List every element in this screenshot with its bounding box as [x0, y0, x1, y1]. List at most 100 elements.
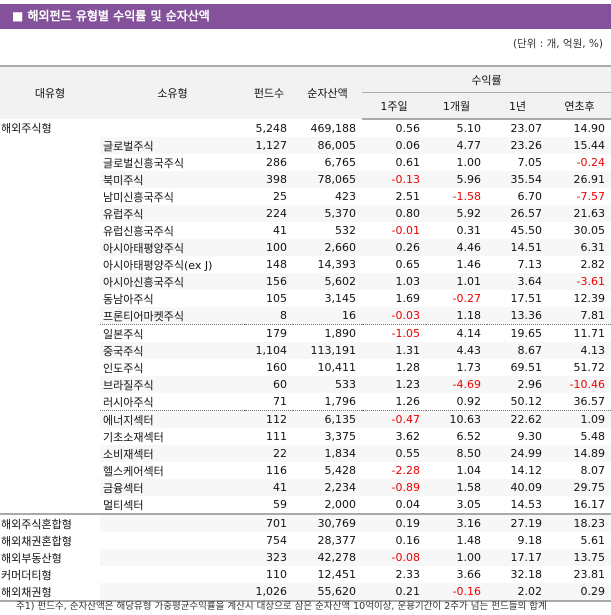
major-type — [0, 222, 100, 239]
fund-count: 116 — [266, 464, 287, 477]
header-ytd: 연초후 — [548, 92, 611, 120]
return-1w: 1.23 — [362, 376, 426, 393]
return-1m: 1.46 — [456, 258, 482, 271]
return-1m: 1.04 — [456, 464, 482, 477]
table-row: 유럽신흥국주식 41 532 -0.01 0.31 45.50 30.05 — [0, 222, 611, 239]
major-type — [0, 479, 100, 496]
return-ytd: 7.81 — [548, 307, 611, 325]
net-assets: 3,375 — [324, 430, 357, 443]
net-assets: 78,065 — [293, 171, 362, 188]
major-type: 해외부동산형 — [1, 551, 62, 565]
fund-count: 100 — [245, 239, 293, 256]
minor-type: 소비재섹터 — [100, 445, 245, 462]
major-type — [0, 359, 100, 376]
net-assets: 3,145 — [324, 292, 357, 305]
table-row: 글로벌신흥국주식 286 6,765 0.61 1.00 7.05 -0.24 — [0, 154, 611, 171]
minor-type: 글로벌주식 — [100, 137, 245, 154]
return-ytd: 16.17 — [548, 496, 611, 515]
net-assets: 16 — [293, 307, 362, 325]
return-1y: 14.53 — [487, 496, 548, 515]
major-type — [0, 445, 100, 462]
return-ytd: 6.31 — [548, 239, 611, 256]
return-1y: 17.51 — [510, 292, 543, 305]
table-row: 해외주식형 5,248 469,188 0.56 5.10 23.07 14.90 — [0, 119, 611, 137]
return-ytd: 18.23 — [548, 514, 611, 532]
return-ytd: 29.75 — [548, 479, 611, 496]
header-1y: 1년 — [487, 92, 548, 120]
return-1w: 1.69 — [395, 292, 421, 305]
minor-type: 남미신흥국주식 — [103, 190, 174, 204]
return-1w: 1.03 — [362, 273, 426, 290]
return-1y: 23.07 — [510, 122, 543, 135]
return-1m: 5.10 — [456, 122, 482, 135]
fund-count: 110 — [266, 568, 287, 581]
net-assets: 28,377 — [317, 534, 357, 547]
return-1m: 3.16 — [426, 514, 487, 532]
return-ytd: 5.48 — [580, 430, 606, 443]
minor-type: 프론티어마켓주식 — [100, 307, 245, 325]
return-1y: 45.50 — [510, 224, 543, 237]
return-1m: 3.05 — [426, 496, 487, 515]
minor-type — [100, 549, 245, 566]
return-1y: 27.19 — [487, 514, 548, 532]
major-type — [0, 205, 100, 222]
return-1w: 0.26 — [362, 239, 426, 256]
return-1w: 0.04 — [362, 496, 426, 515]
major-type — [0, 376, 100, 393]
major-type — [0, 256, 100, 273]
return-1y: 69.51 — [510, 361, 543, 374]
return-1m: 8.50 — [426, 445, 487, 462]
net-assets: 1,890 — [324, 327, 357, 340]
major-type — [0, 188, 100, 205]
return-1w: 2.51 — [395, 190, 421, 203]
return-1w: -0.47 — [362, 410, 426, 428]
return-1w: -0.03 — [362, 307, 426, 325]
return-1w: 0.55 — [362, 445, 426, 462]
return-ytd: 11.71 — [573, 327, 606, 340]
fund-count: 41 — [245, 479, 293, 496]
return-1w: 0.61 — [395, 156, 421, 169]
major-type — [0, 154, 100, 171]
minor-type: 러시아주식 — [100, 393, 245, 411]
return-1y: 9.30 — [517, 430, 543, 443]
return-1m: 4.43 — [426, 342, 487, 359]
minor-type: 일본주식 — [103, 327, 144, 341]
major-type — [0, 290, 100, 307]
net-assets: 1,834 — [293, 445, 362, 462]
minor-type: 북미주식 — [100, 171, 245, 188]
return-1w: 1.31 — [362, 342, 426, 359]
return-1w: 2.33 — [395, 568, 421, 581]
return-1m: 1.18 — [426, 307, 487, 325]
major-type — [0, 273, 100, 290]
table-row: 남미신흥국주식 25 423 2.51 -1.58 6.70 -7.57 — [0, 188, 611, 205]
major-type — [0, 307, 100, 325]
table-row: 아시아태평양주식(ex J) 148 14,393 0.65 1.46 7.13 2.82 — [0, 256, 611, 273]
major-type: 커머더티형 — [1, 568, 52, 582]
header-funds: 펀드수 — [245, 65, 293, 119]
fund-count: 148 — [266, 258, 287, 271]
return-1y: 35.54 — [487, 171, 548, 188]
major-type: 해외주식형 — [1, 122, 52, 135]
return-1y: 17.17 — [487, 549, 548, 566]
minor-type: 에너지섹터 — [100, 410, 245, 428]
minor-type: 브라질주식 — [100, 376, 245, 393]
header-1w: 1주일 — [362, 92, 426, 120]
return-ytd: 13.75 — [548, 549, 611, 566]
fund-count: 323 — [245, 549, 293, 566]
header-1m: 1개월 — [426, 92, 487, 120]
return-1w: -0.89 — [362, 479, 426, 496]
return-1w: 0.80 — [362, 205, 426, 222]
minor-type — [100, 532, 245, 549]
major-type — [0, 428, 100, 445]
fund-count: 156 — [245, 273, 293, 290]
major-type — [0, 171, 100, 188]
return-1m: 1.58 — [426, 479, 487, 496]
header-returns: 수익률 — [362, 65, 611, 93]
minor-type: 아시아태평양주식 — [100, 239, 245, 256]
table-row: 소비재섹터 22 1,834 0.55 8.50 24.99 14.89 — [0, 445, 611, 462]
table-row: 헬스케어섹터 116 5,428 -2.28 1.04 14.12 8.07 — [0, 462, 611, 479]
minor-type: 아시아태평양주식(ex J) — [103, 258, 213, 272]
return-1w: 3.62 — [395, 430, 421, 443]
return-1w: -0.01 — [391, 224, 420, 237]
minor-type: 중국주식 — [100, 342, 245, 359]
